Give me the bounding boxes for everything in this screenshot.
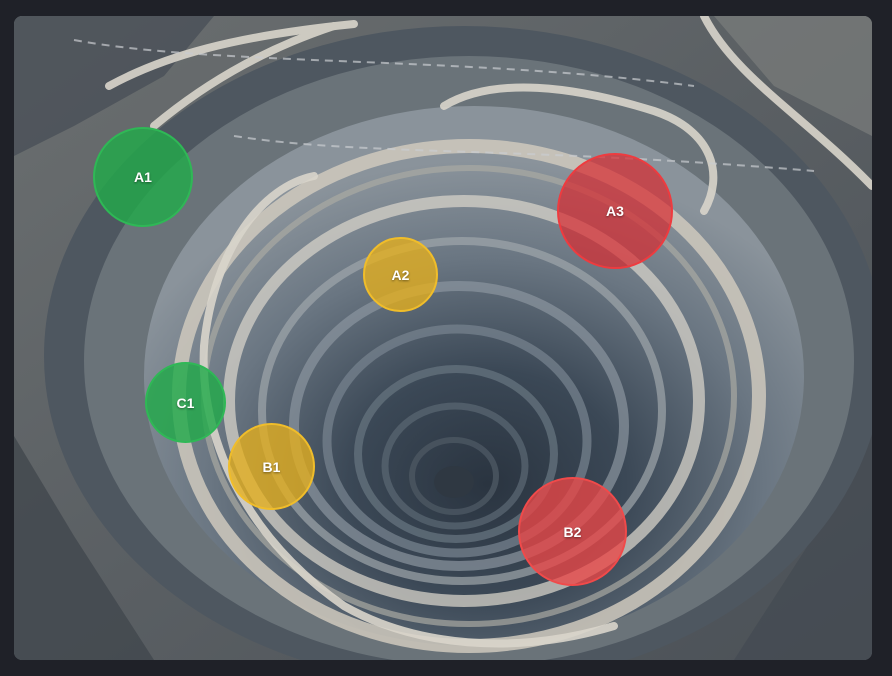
marker-b1-label: B1: [262, 458, 281, 475]
marker-a3-label: A3: [606, 203, 624, 219]
marker-b1[interactable]: B1: [228, 423, 315, 510]
marker-a1[interactable]: A1: [93, 127, 193, 227]
marker-a2-label: A2: [391, 266, 410, 283]
marker-b2[interactable]: B2: [518, 477, 627, 586]
marker-c1-label: C1: [176, 394, 195, 411]
map-image-frame: A1 A2 A3 C1 B1 B2: [14, 16, 872, 660]
marker-a1-label: A1: [134, 169, 152, 185]
marker-c1[interactable]: C1: [145, 362, 226, 443]
open-pit-mine-aerial-image: [14, 16, 872, 660]
marker-a3[interactable]: A3: [557, 153, 673, 269]
marker-b2-label: B2: [563, 523, 582, 540]
marker-a2[interactable]: A2: [363, 237, 438, 312]
